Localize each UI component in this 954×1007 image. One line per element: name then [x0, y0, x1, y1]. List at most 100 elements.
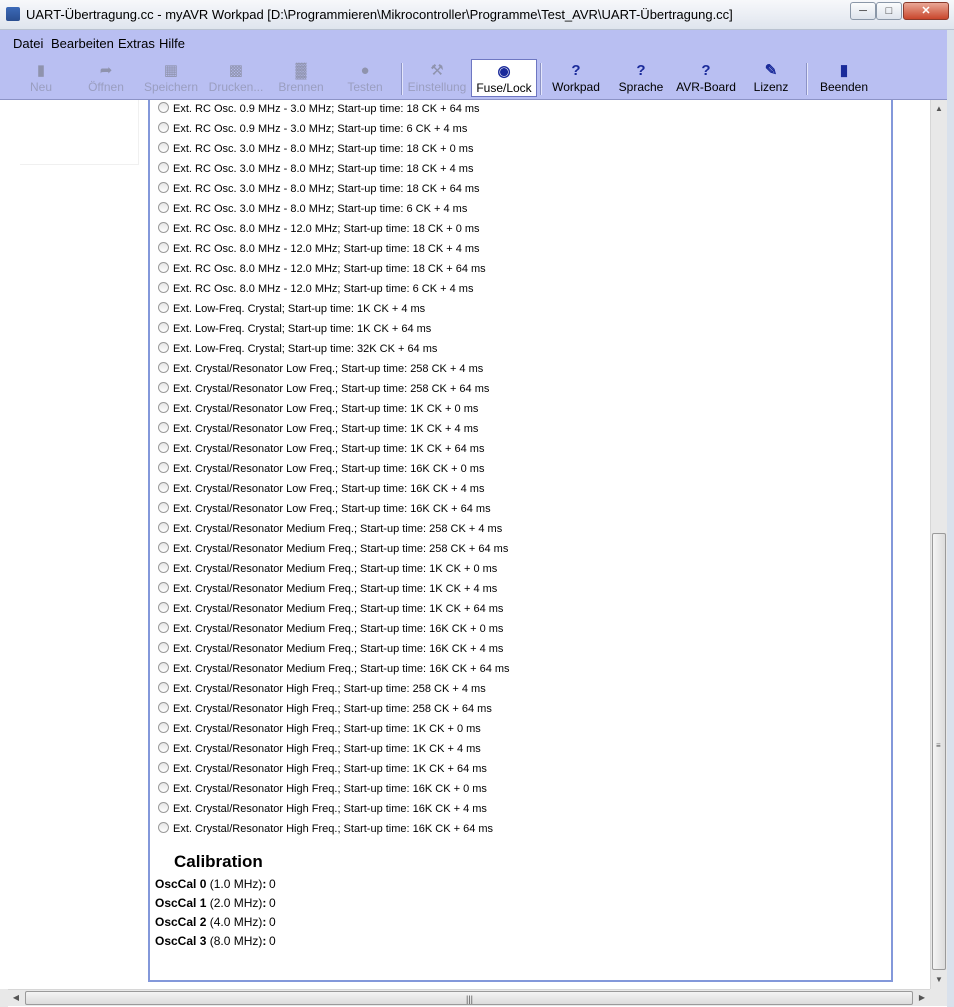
toolbar: ▮ Neu ➦ Öffnen ▦ Speichern ▩ Drucken... …	[0, 57, 954, 100]
vertical-scroll-thumb[interactable]: ≡	[932, 533, 946, 970]
toolbar-button-fuse-lock[interactable]: ◉ Fuse/Lock	[471, 59, 537, 97]
clock-option-label: Ext. Crystal/Resonator Medium Freq.; Sta…	[173, 523, 503, 535]
close-button[interactable]: ✕	[903, 2, 949, 20]
clock-option-radio[interactable]	[158, 402, 169, 413]
clock-option-radio[interactable]	[158, 262, 169, 273]
menu-hilfe[interactable]: Hilfe	[159, 36, 185, 51]
menu-extras[interactable]: Extras	[118, 36, 155, 51]
clock-option-label: Ext. Crystal/Resonator High Freq.; Start…	[173, 683, 486, 695]
clock-option-label: Ext. Crystal/Resonator Medium Freq.; Sta…	[173, 643, 504, 655]
clock-option-radio[interactable]	[158, 802, 169, 813]
clock-option-radio[interactable]	[158, 122, 169, 133]
osccal-colon: :	[262, 877, 267, 891]
clock-option-radio[interactable]	[158, 242, 169, 253]
menu-bearbeiten[interactable]: Bearbeiten	[51, 36, 114, 51]
clock-option-radio[interactable]	[158, 462, 169, 473]
toolbar-button-avr-board[interactable]: ? AVR-Board	[673, 59, 739, 97]
clock-option-radio[interactable]	[158, 202, 169, 213]
clock-option-radio[interactable]	[158, 482, 169, 493]
clock-option-label: Ext. RC Osc. 0.9 MHz - 3.0 MHz; Start-up…	[173, 103, 480, 115]
clock-option-radio[interactable]	[158, 682, 169, 693]
clock-option-radio[interactable]	[158, 562, 169, 573]
toolbar-button-oeffnen[interactable]: ➦ Öffnen	[76, 59, 136, 97]
calibration-heading: Calibration	[174, 852, 263, 871]
clock-option-radio[interactable]	[158, 282, 169, 293]
osccal-row: OscCal 3 (8.0 MHz): 0	[155, 934, 276, 948]
clock-option-radio[interactable]	[158, 542, 169, 553]
clock-option-label: Ext. RC Osc. 8.0 MHz - 12.0 MHz; Start-u…	[173, 283, 474, 295]
clock-option-radio[interactable]	[158, 642, 169, 653]
fuse-lock-panel: Ext. RC Osc. 0.9 MHz - 3.0 MHz; Start-up…	[148, 100, 893, 982]
clock-option-radio[interactable]	[158, 822, 169, 833]
sidebar	[20, 100, 139, 165]
clock-option-radio[interactable]	[158, 602, 169, 613]
maximize-button[interactable]: □	[876, 2, 902, 20]
clock-option-radio[interactable]	[158, 102, 169, 113]
clock-option-radio[interactable]	[158, 342, 169, 353]
clock-option-radio[interactable]	[158, 302, 169, 313]
osccal-freq: (2.0 MHz)	[209, 896, 263, 910]
clock-option-label: Ext. Crystal/Resonator Medium Freq.; Sta…	[173, 603, 504, 615]
clock-option-label: Ext. Crystal/Resonator High Freq.; Start…	[173, 723, 481, 735]
clock-option-label: Ext. RC Osc. 3.0 MHz - 8.0 MHz; Start-up…	[173, 143, 474, 155]
osccal-row: OscCal 1 (2.0 MHz): 0	[155, 896, 276, 910]
scroll-up-icon[interactable]: ▲	[931, 100, 947, 117]
horizontal-scrollbar[interactable]: ◀ ||| ▶	[8, 989, 930, 1006]
toolbar-button-einstellung[interactable]: ⚒ Einstellung	[406, 59, 468, 97]
clock-option-radio[interactable]	[158, 742, 169, 753]
clock-option-label: Ext. RC Osc. 0.9 MHz - 3.0 MHz; Start-up…	[173, 123, 468, 135]
clock-option-radio[interactable]	[158, 702, 169, 713]
clock-option-radio[interactable]	[158, 722, 169, 733]
toolbar-button-speichern[interactable]: ▦ Speichern	[142, 59, 200, 97]
toolbar-button-sprache[interactable]: ? Sprache	[612, 59, 670, 97]
clock-option-radio[interactable]	[158, 422, 169, 433]
clock-option-radio[interactable]	[158, 782, 169, 793]
toolbar-button-testen[interactable]: ● Testen	[336, 59, 394, 97]
burn-icon: ▓	[295, 62, 307, 79]
toolbar-button-beenden[interactable]: ▮ Beenden	[814, 59, 874, 97]
clock-option-radio[interactable]	[158, 182, 169, 193]
toolbar-button-lizenz[interactable]: ✎ Lizenz	[744, 59, 798, 97]
clock-option-radio[interactable]	[158, 382, 169, 393]
scroll-right-icon[interactable]: ▶	[914, 990, 930, 1006]
osccal-colon: :	[262, 934, 267, 948]
clock-option-radio[interactable]	[158, 762, 169, 773]
clock-option-radio[interactable]	[158, 522, 169, 533]
osccal-freq: (1.0 MHz)	[209, 877, 263, 891]
horizontal-scroll-thumb[interactable]: |||	[25, 991, 913, 1005]
clock-option-radio[interactable]	[158, 622, 169, 633]
clock-option-label: Ext. Low-Freq. Crystal; Start-up time: 1…	[173, 323, 432, 335]
toolbar-label-lizenz: Lizenz	[753, 80, 789, 94]
test-icon: ●	[360, 62, 370, 79]
toolbar-button-brennen[interactable]: ▓ Brennen	[272, 59, 330, 97]
clock-option-radio[interactable]	[158, 662, 169, 673]
toolbar-label-avr-board: AVR-Board	[676, 80, 736, 94]
clock-option-radio[interactable]	[158, 222, 169, 233]
exit-door-icon: ▮	[839, 62, 849, 79]
scroll-down-icon[interactable]: ▼	[931, 971, 947, 988]
clock-option-radio[interactable]	[158, 322, 169, 333]
toolbar-button-workpad[interactable]: ? Workpad	[546, 59, 606, 97]
maximize-icon: □	[885, 5, 893, 17]
toolbar-separator	[540, 63, 542, 95]
toolbar-button-neu[interactable]: ▮ Neu	[12, 59, 70, 97]
menu-datei[interactable]: Datei	[13, 36, 43, 51]
clock-option-radio[interactable]	[158, 582, 169, 593]
osccal-freq: (8.0 MHz)	[209, 934, 263, 948]
toolbar-label-testen: Testen	[347, 80, 383, 94]
clock-option-radio[interactable]	[158, 502, 169, 513]
minimize-button[interactable]: ─	[850, 2, 876, 20]
clock-option-radio[interactable]	[158, 142, 169, 153]
osccal-row: OscCal 0 (1.0 MHz): 0	[155, 877, 276, 891]
vertical-scrollbar[interactable]: ▲ ≡ ▼	[930, 100, 947, 989]
clock-option-radio[interactable]	[158, 362, 169, 373]
clock-option-label: Ext. Crystal/Resonator Medium Freq.; Sta…	[173, 583, 498, 595]
clock-option-radio[interactable]	[158, 442, 169, 453]
open-folder-icon: ➦	[99, 62, 113, 79]
clock-option-radio[interactable]	[158, 162, 169, 173]
scroll-left-icon[interactable]: ◀	[8, 990, 24, 1006]
toolbar-button-drucken[interactable]: ▩ Drucken...	[206, 59, 266, 97]
clock-option-label: Ext. Crystal/Resonator Medium Freq.; Sta…	[173, 623, 504, 635]
clock-option-label: Ext. Crystal/Resonator High Freq.; Start…	[173, 783, 487, 795]
lock-icon: ◉	[497, 63, 511, 80]
